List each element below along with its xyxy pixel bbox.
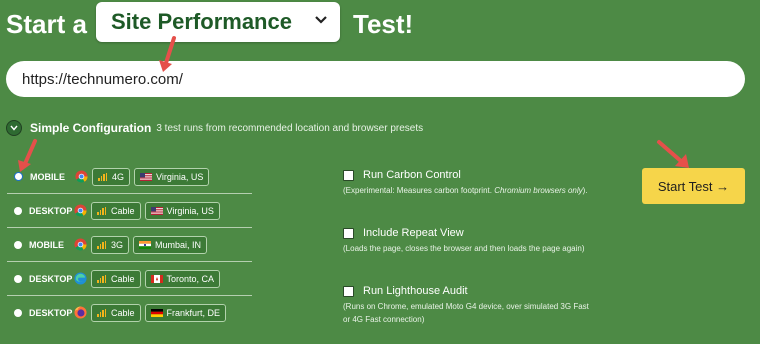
chrome-icon [69,238,91,251]
carbon-control-checkbox[interactable] [343,169,354,181]
preset-radio[interactable] [14,206,22,215]
carbon-control-option: Run Carbon Control (Experimental: Measur… [343,168,593,197]
chevron-down-icon [6,120,22,136]
preset-device: MOBILE [29,239,64,250]
preset-row-mobile-4g-virginia[interactable]: MOBILE 4G Virginia, US [7,160,252,194]
location-label: Virginia, US [166,205,214,216]
simple-configuration-toggle[interactable]: Simple Configuration 3 test runs from re… [6,120,423,136]
connection-pill: 4G [92,167,131,186]
preset-device: MOBILE [30,171,65,182]
carbon-control-label[interactable]: Run Carbon Control [363,169,461,181]
connection-pill: 3G [91,235,130,254]
location-label: Mumbai, IN [155,239,202,250]
preset-device: DESKTOP [29,307,73,318]
location-pill: Virginia, US [134,167,210,186]
germany-flag-icon [150,308,163,317]
preset-list: MOBILE 4G Virginia, US DESKTOP Cable Vir… [7,160,252,329]
repeat-view-label[interactable]: Include Repeat View [363,227,464,239]
edge-icon [69,272,91,285]
start-test-button[interactable]: Start Test → [642,168,745,204]
signal-icon [97,308,106,317]
simple-configuration-description: 3 test runs from recommended location an… [156,122,424,134]
preset-device: DESKTOP [29,205,73,216]
connection-label: Cable [111,205,135,216]
location-pill: Frankfurt, DE [144,303,227,322]
preset-radio[interactable] [14,274,22,283]
headline-test-text: Test! [353,8,414,39]
connection-pill: Cable [91,303,141,322]
chrome-icon [70,170,92,183]
preset-radio[interactable] [14,308,22,317]
signal-icon [97,274,106,283]
chevron-down-icon [315,16,327,24]
preset-row-mobile-3g-mumbai[interactable]: MOBILE 3G Mumbai, IN [7,228,252,262]
annotation-arrow-icon [657,140,689,168]
signal-icon [98,172,107,181]
headline-start-text: Start a [6,8,87,39]
test-type-select[interactable]: Site Performance [96,2,340,42]
repeat-view-option: Include Repeat View (Loads the page, clo… [343,226,593,255]
preset-device: DESKTOP [29,273,73,284]
firefox-icon [69,306,91,319]
signal-icon [97,240,106,249]
connection-pill: Cable [91,269,141,288]
preset-row-desktop-cable-frankfurt[interactable]: DESKTOP Cable Frankfurt, DE [7,296,252,329]
repeat-view-description: (Loads the page, closes the browser and … [343,244,585,253]
location-label: Frankfurt, DE [166,307,221,318]
test-type-selected-value: Site Performance [111,9,292,34]
location-label: Virginia, US [156,171,204,182]
connection-label: 3G [111,239,124,250]
india-flag-icon [139,240,152,249]
us-flag-icon [140,172,153,181]
preset-row-desktop-cable-virginia[interactable]: DESKTOP Cable Virginia, US [7,194,252,228]
lighthouse-label[interactable]: Run Lighthouse Audit [363,285,468,297]
lighthouse-description: (Runs on Chrome, emulated Moto G4 device… [343,302,589,324]
preset-row-desktop-cable-toronto[interactable]: DESKTOP Cable Toronto, CA [7,262,252,296]
preset-radio[interactable] [14,240,22,249]
simple-configuration-title: Simple Configuration [30,121,152,135]
location-label: Toronto, CA [166,273,215,284]
location-pill: Virginia, US [144,201,220,220]
lighthouse-option: Run Lighthouse Audit (Runs on Chrome, em… [343,284,593,326]
signal-icon [97,206,106,215]
headline: Start a [6,6,87,42]
carbon-control-description: (Experimental: Measures carbon footprint… [343,186,588,195]
preset-radio[interactable] [14,172,23,181]
chrome-icon [69,204,91,217]
connection-pill: Cable [91,201,141,220]
location-pill: Toronto, CA [144,269,221,288]
repeat-view-checkbox[interactable] [343,227,354,239]
url-input[interactable] [6,61,745,97]
annotation-arrow-icon [159,36,176,72]
location-pill: Mumbai, IN [133,235,208,254]
connection-label: 4G [112,171,125,182]
connection-label: Cable [111,307,135,318]
connection-label: Cable [111,273,135,284]
us-flag-icon [150,206,163,215]
canada-flag-icon [150,274,163,283]
lighthouse-checkbox[interactable] [343,285,354,297]
